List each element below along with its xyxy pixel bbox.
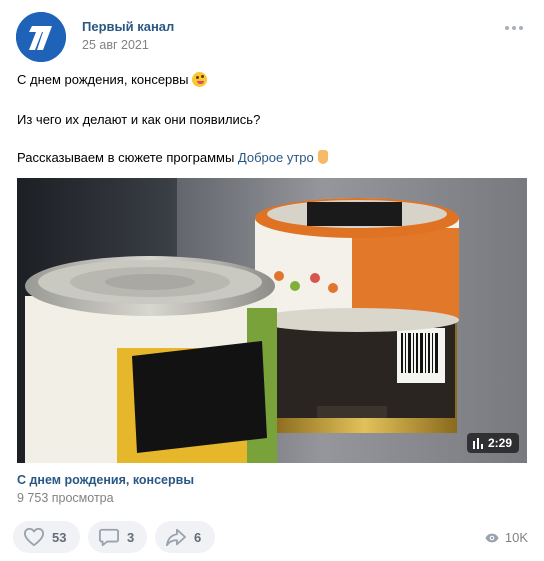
views-count: 10K	[504, 530, 528, 545]
bar-chart-icon	[472, 437, 483, 449]
heart-icon	[23, 527, 44, 547]
eye-icon	[485, 533, 499, 542]
wink-tongue-emoji-icon	[191, 72, 207, 87]
post-date[interactable]: 25 авг 2021	[82, 38, 149, 52]
author-name[interactable]: Первый канал	[82, 19, 174, 34]
video-player[interactable]: 2:29	[17, 178, 527, 463]
comment-button[interactable]: 3	[88, 521, 147, 553]
avatar[interactable]	[16, 12, 66, 62]
like-count: 53	[52, 529, 67, 545]
post-text-2: Из чего их делают и как они появились?	[17, 112, 261, 127]
like-button[interactable]: 53	[13, 521, 80, 553]
video-thumbnail	[17, 178, 527, 463]
video-views: 9 753 просмотра	[17, 491, 114, 505]
pointing-down-hand-emoji-icon	[317, 150, 328, 164]
video-title[interactable]: С днем рождения, консервы	[17, 473, 194, 487]
post-text-1: С днем рождения, консервы	[17, 72, 189, 87]
post-text-line-3: Рассказываем в сюжете программы Доброе у…	[17, 150, 328, 165]
channel-one-logo-icon	[16, 12, 66, 62]
comment-count: 3	[127, 529, 135, 545]
video-duration-badge: 2:29	[466, 433, 519, 453]
share-button[interactable]: 6	[155, 521, 215, 553]
post-text-3-prefix: Рассказываем в сюжете программы	[17, 150, 238, 165]
program-link[interactable]: Доброе утро	[238, 150, 314, 165]
more-dots-icon[interactable]	[505, 26, 523, 30]
share-count: 6	[194, 529, 202, 545]
post-views: 10K	[485, 530, 528, 545]
comment-icon	[99, 528, 119, 547]
video-duration: 2:29	[487, 436, 512, 450]
post-text-line-1: С днем рождения, консервы	[17, 72, 207, 87]
share-arrow-icon	[166, 528, 186, 547]
